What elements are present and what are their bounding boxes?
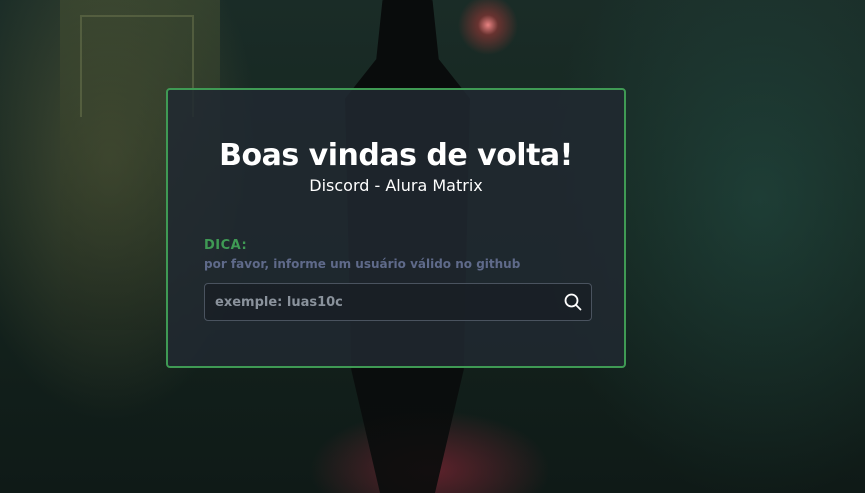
search-icon bbox=[564, 293, 582, 311]
page-title: Boas vindas de volta! bbox=[219, 138, 573, 173]
login-card: Boas vindas de volta! Discord - Alura Ma… bbox=[166, 88, 626, 368]
page-subtitle: Discord - Alura Matrix bbox=[309, 176, 483, 195]
search-box bbox=[204, 283, 592, 321]
hint-label: DICA: bbox=[204, 238, 248, 253]
search-input[interactable] bbox=[205, 284, 545, 320]
hint-text: por favor, informe um usuário válido no … bbox=[204, 257, 521, 271]
search-button[interactable] bbox=[563, 292, 583, 312]
